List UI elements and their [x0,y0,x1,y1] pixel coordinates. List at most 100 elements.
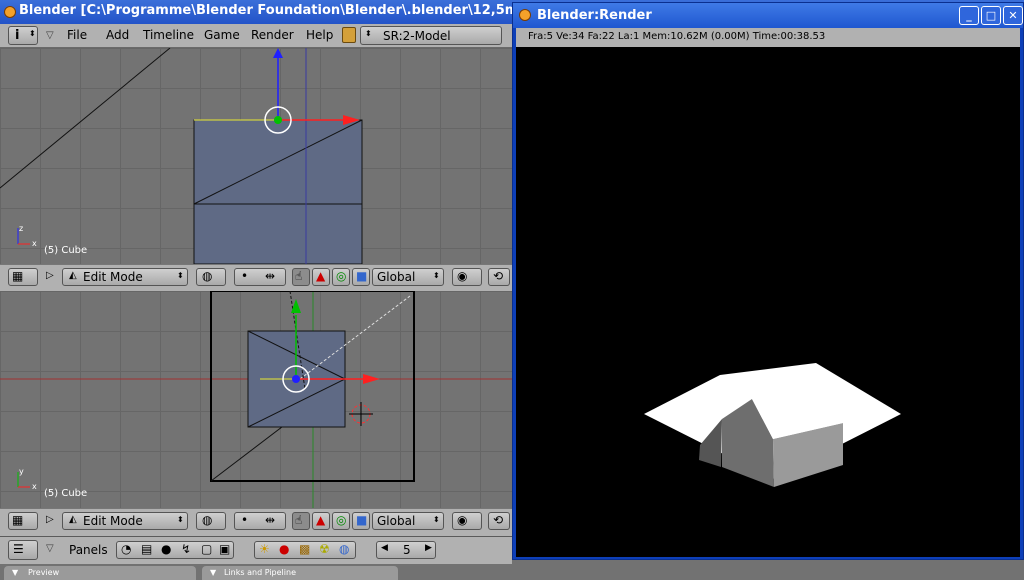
menu-add[interactable]: Add [106,28,129,42]
scene-selector[interactable]: ⬍ SR:2-Model [360,26,502,45]
panel-tab-preview[interactable]: ▼ Preview [4,566,196,580]
grid-icon: ▦ [12,513,24,527]
increment-arrow-icon[interactable]: ▶ [425,543,432,553]
mode-selector[interactable]: ◭ Edit Mode ⬍ [62,268,188,286]
orientation-selector[interactable]: Global ⬍ [372,268,444,286]
menu-game[interactable]: Game [204,28,240,42]
chevron-down-icon[interactable]: ▽ [46,543,54,554]
close-button[interactable]: ✕ [1003,6,1023,25]
minimize-button[interactable]: _ [959,6,979,25]
chevron-updown-icon: ⬍ [177,271,184,280]
orientation-value: Global [377,514,416,528]
scene-selector-value: SR:2-Model [383,29,451,43]
pivot-arrows-icon: ⇹ [265,269,276,283]
manipulator-x-arrow [363,374,380,384]
chevron-updown-icon: ⬍ [29,29,36,38]
draw-type-button[interactable]: ◍ [196,268,226,286]
draw-type-button[interactable]: ◍ [196,512,226,530]
cursor-hand-icon: ☝ [295,513,303,527]
texture-icon[interactable]: ▩ [299,542,310,556]
axis-y-label: y [19,467,24,476]
pivot-icon: • [241,269,249,283]
scale-mode-button[interactable]: ■ [352,512,370,530]
axis-z-label: z [19,224,24,233]
triangle-icon: ▲ [316,269,326,283]
blender-logo-icon [4,6,16,18]
cursor-hand-icon: ☝ [295,269,303,283]
proportional-edit-button[interactable]: ◉ [452,512,482,530]
shading-icon[interactable]: ● [161,542,171,556]
editing-icon[interactable]: ▢ [201,542,212,556]
chevron-down-icon: ▼ [12,568,19,577]
viewport-top-header: ▦ ▷ ◭ Edit Mode ⬍ ◍ • ⇹ ☝ ▲ ◎ ■ Global ⬍ … [0,264,512,292]
window-type-button[interactable]: ▦ [8,268,38,286]
translate-mode-button[interactable]: ▲ [312,512,330,530]
proportional-edit-button[interactable]: ◉ [452,268,482,286]
manipulator-toggle[interactable]: ☝ [292,512,310,530]
context-tabs[interactable]: ◔ ▤ ● ↯ ▢ ▣ [116,541,234,559]
panel-tab-links-pipeline[interactable]: ▼ Links and Pipeline [202,566,398,580]
render-window[interactable]: Blender:Render _ □ ✕ Fra:5 Ve:34 Fa:22 L… [512,2,1024,560]
object-label: (5) Cube [44,488,88,499]
edit-mode-icon: ◭ [69,514,77,525]
rotate-mode-button[interactable]: ◎ [332,268,350,286]
window-type-button[interactable]: ▦ [8,512,38,530]
menu-render[interactable]: Render [251,28,294,42]
menu-timeline[interactable]: Timeline [143,28,194,42]
translate-mode-button[interactable]: ▲ [312,268,330,286]
draw-type-icon: ◍ [202,269,213,283]
pivot-button[interactable]: • ⇹ [234,268,286,286]
lamp-icon[interactable]: ☀ [259,542,270,556]
mesh-face [193,119,363,264]
expand-triangle-icon[interactable]: ▷ [46,514,54,525]
snap-button[interactable]: ⟲ [488,512,510,530]
pivot-arrows-icon: ⇹ [265,513,276,527]
snap-button[interactable]: ⟲ [488,268,510,286]
panel-tab-label: Preview [28,568,60,577]
radiosity-icon[interactable]: ☢ [319,542,330,556]
3d-viewport-bottom[interactable]: y x (5) Cube [0,291,512,508]
orientation-value: Global [377,270,416,284]
axis-x-label: x [32,482,37,491]
render-image [516,47,1020,557]
object-icon[interactable]: ↯ [181,542,191,556]
main-window-title: Blender [C:\Programme\Blender Foundation… [19,3,590,18]
rotate-mode-button[interactable]: ◎ [332,512,350,530]
decrement-arrow-icon[interactable]: ◀ [381,543,388,553]
square-icon: ■ [356,513,368,527]
shading-subcontext-tabs[interactable]: ☀ ● ▩ ☢ ◍ [254,541,356,559]
chevron-updown-icon: ⬍ [433,515,440,524]
edit-mode-icon: ◭ [69,270,77,281]
proportional-icon: ◉ [457,269,468,283]
script-icon[interactable]: ▤ [141,542,152,556]
3d-viewport-top[interactable]: z x (5) Cube [0,48,512,264]
grid-icon: ▦ [12,269,24,283]
window-type-button[interactable]: i ⬍ [8,26,38,45]
render-window-title-bar[interactable]: Blender:Render _ □ ✕ [513,3,1023,28]
maximize-button[interactable]: □ [981,6,1001,25]
scale-mode-button[interactable]: ■ [352,268,370,286]
sphere-icon[interactable]: ● [279,542,289,556]
mode-selector-value: Edit Mode [83,270,143,284]
viewport-top-scene [0,48,363,264]
chevron-updown-icon: ⬍ [365,29,372,38]
pivot-button[interactable]: • ⇹ [234,512,286,530]
menu-file[interactable]: File [67,28,87,42]
orientation-selector[interactable]: Global ⬍ [372,512,444,530]
square-icon: ■ [356,269,368,283]
axis-x-label: x [32,239,37,248]
logic-icon[interactable]: ◔ [121,542,131,556]
world-icon[interactable]: ◍ [339,542,349,556]
chevron-updown-icon: ⬍ [433,271,440,280]
manipulator-toggle[interactable]: ☝ [292,268,310,286]
screen-icon[interactable] [342,27,356,43]
frame-number-field[interactable]: ◀ 5 ▶ [376,541,436,559]
menu-help[interactable]: Help [306,28,333,42]
chevron-down-icon[interactable]: ▽ [46,30,54,41]
panels-label: Panels [69,543,108,557]
render-info-text: Fra:5 Ve:34 Fa:22 La:1 Mem:10.62M (0.00M… [528,31,826,42]
window-type-button[interactable]: ☰ [8,540,38,560]
expand-triangle-icon[interactable]: ▷ [46,270,54,281]
mode-selector[interactable]: ◭ Edit Mode ⬍ [62,512,188,530]
scene-icon[interactable]: ▣ [219,542,230,556]
